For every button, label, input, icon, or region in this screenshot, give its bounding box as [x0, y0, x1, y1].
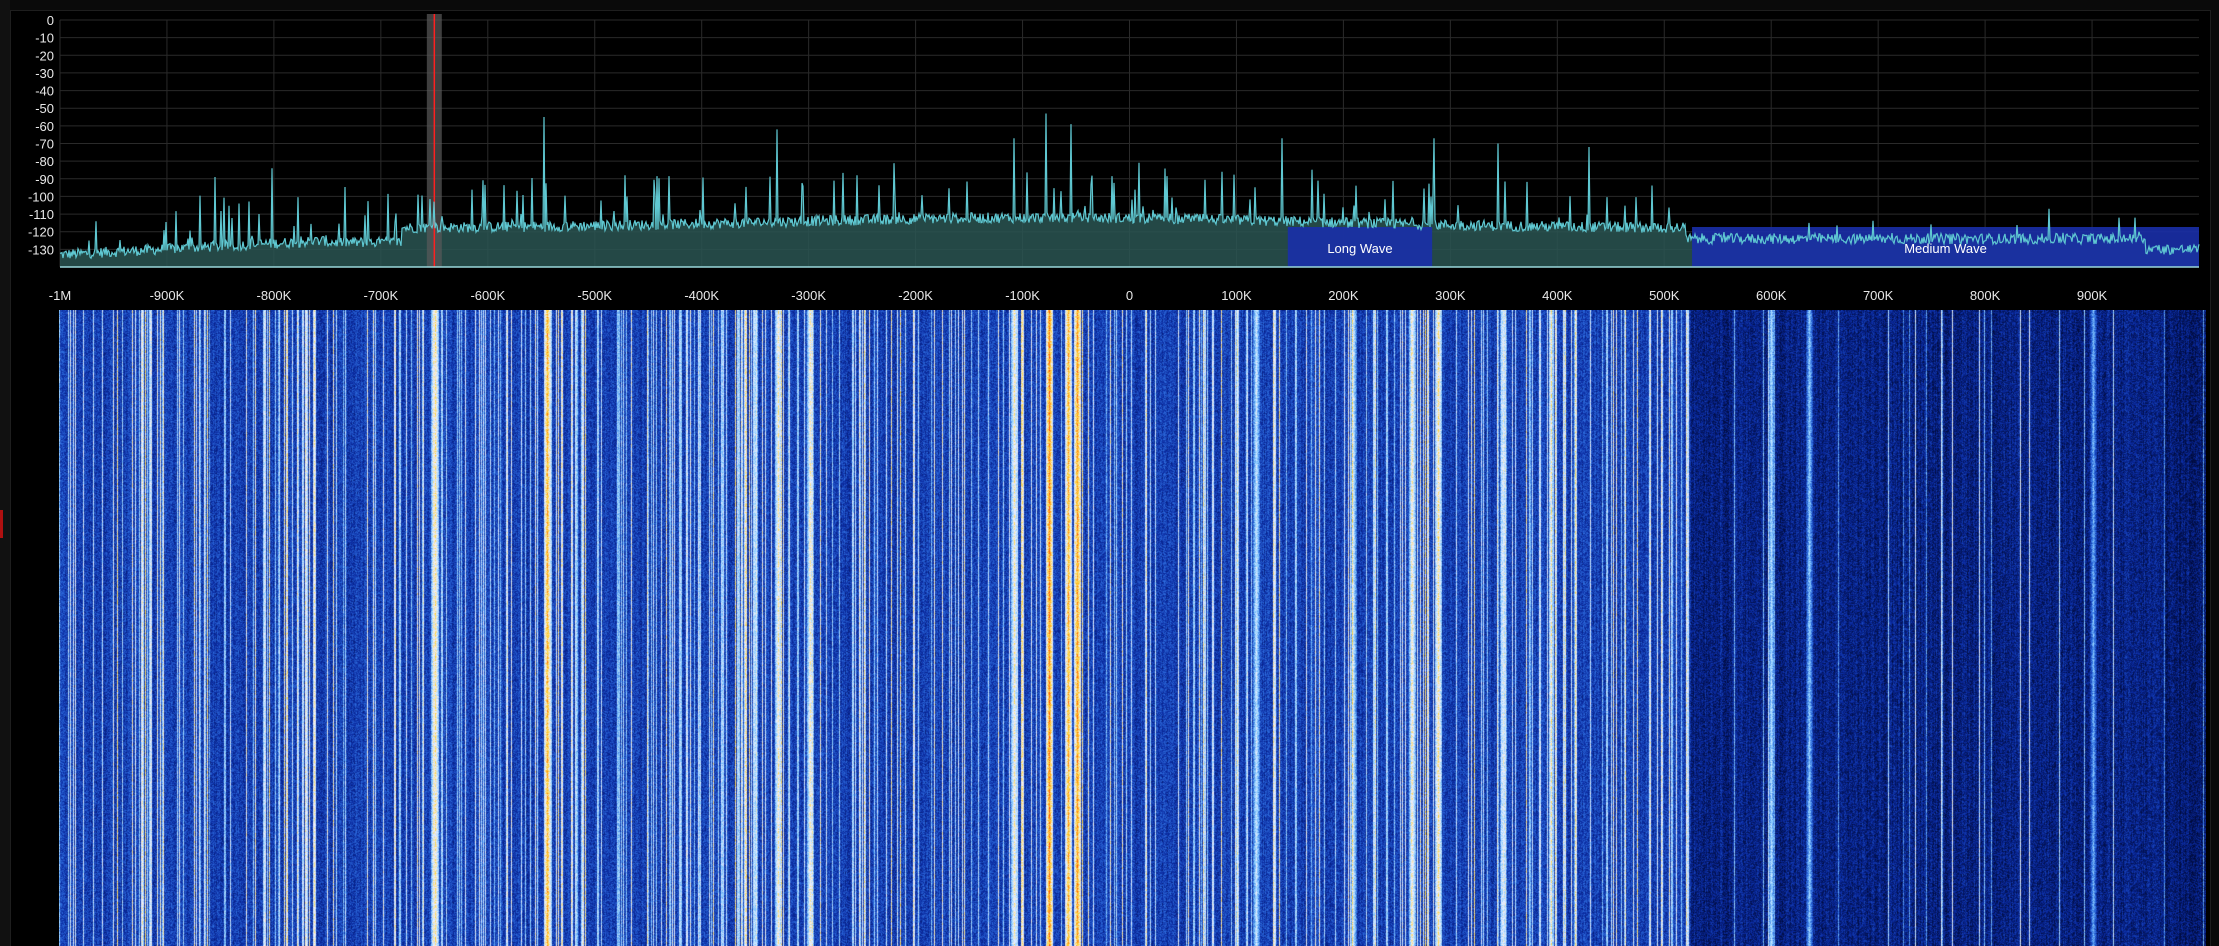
fft-spectrum-panel[interactable]: Long Wave Medium Wave 0 -10 -20 -30 -40 -50 -60…: [10, 10, 2211, 308]
freq-tick-label: 200K: [1328, 288, 1359, 303]
freq-tick-label: -300K: [791, 288, 826, 303]
band-plan-overlay: Long Wave Medium Wave: [1287, 227, 2199, 267]
freq-tick-label: -800K: [257, 288, 292, 303]
band-label: Medium Wave: [1904, 241, 1987, 256]
band-marker-long-wave[interactable]: Long Wave: [1287, 227, 1433, 267]
left-sidebar-edge: [0, 0, 10, 946]
left-edge-marker: [0, 510, 3, 538]
freq-tick-label: -100K: [1005, 288, 1040, 303]
freq-tick-label: -400K: [684, 288, 719, 303]
db-tick-label: -60: [35, 119, 54, 134]
freq-tick-label: -500K: [577, 288, 612, 303]
freq-tick-label: 0: [1126, 288, 1133, 303]
db-tick-label: -50: [35, 101, 54, 116]
band-label: Long Wave: [1327, 241, 1392, 256]
freq-tick-label: 900K: [2077, 288, 2108, 303]
db-tick-label: -130: [28, 242, 54, 257]
freq-tick-label: 600K: [1756, 288, 1787, 303]
db-tick-label: -110: [29, 207, 54, 222]
db-tick-label: -80: [35, 154, 54, 169]
sdr-receiver-view: Long Wave Medium Wave 0 -10 -20 -30 -40 -50 -60…: [0, 0, 2219, 946]
db-tick-label: -100: [28, 189, 54, 204]
freq-tick-label: 700K: [1863, 288, 1894, 303]
freq-tick-label: -700K: [363, 288, 398, 303]
freq-tick-label: 500K: [1649, 288, 1680, 303]
freq-tick-label: 100K: [1221, 288, 1252, 303]
db-tick-label: -10: [35, 31, 54, 46]
freq-tick-label: -1M: [49, 288, 71, 303]
freq-tick-label: -600K: [470, 288, 505, 303]
freq-tick-label: 400K: [1542, 288, 1573, 303]
db-tick-label: 0: [47, 13, 54, 28]
freq-tick-label: 800K: [1970, 288, 2001, 303]
freq-tick-label: 300K: [1435, 288, 1466, 303]
db-tick-label: -70: [35, 137, 54, 152]
db-tick-label: -40: [35, 84, 54, 99]
db-tick-label: -90: [35, 172, 54, 187]
vfo-marker: [426, 14, 442, 267]
db-tick-label: -20: [35, 48, 54, 63]
waterfall-display[interactable]: [59, 310, 2206, 946]
freq-tick-label: -200K: [898, 288, 933, 303]
band-marker-medium-wave[interactable]: Medium Wave: [1692, 227, 2199, 267]
db-tick-label: -120: [28, 225, 54, 240]
freq-tick-label: -900K: [150, 288, 185, 303]
fft-spectrum-plot[interactable]: Long Wave Medium Wave 0 -10 -20 -30 -40 -50 -60…: [11, 11, 2210, 307]
db-tick-label: -30: [35, 66, 54, 81]
waterfall-panel[interactable]: [10, 306, 2211, 946]
